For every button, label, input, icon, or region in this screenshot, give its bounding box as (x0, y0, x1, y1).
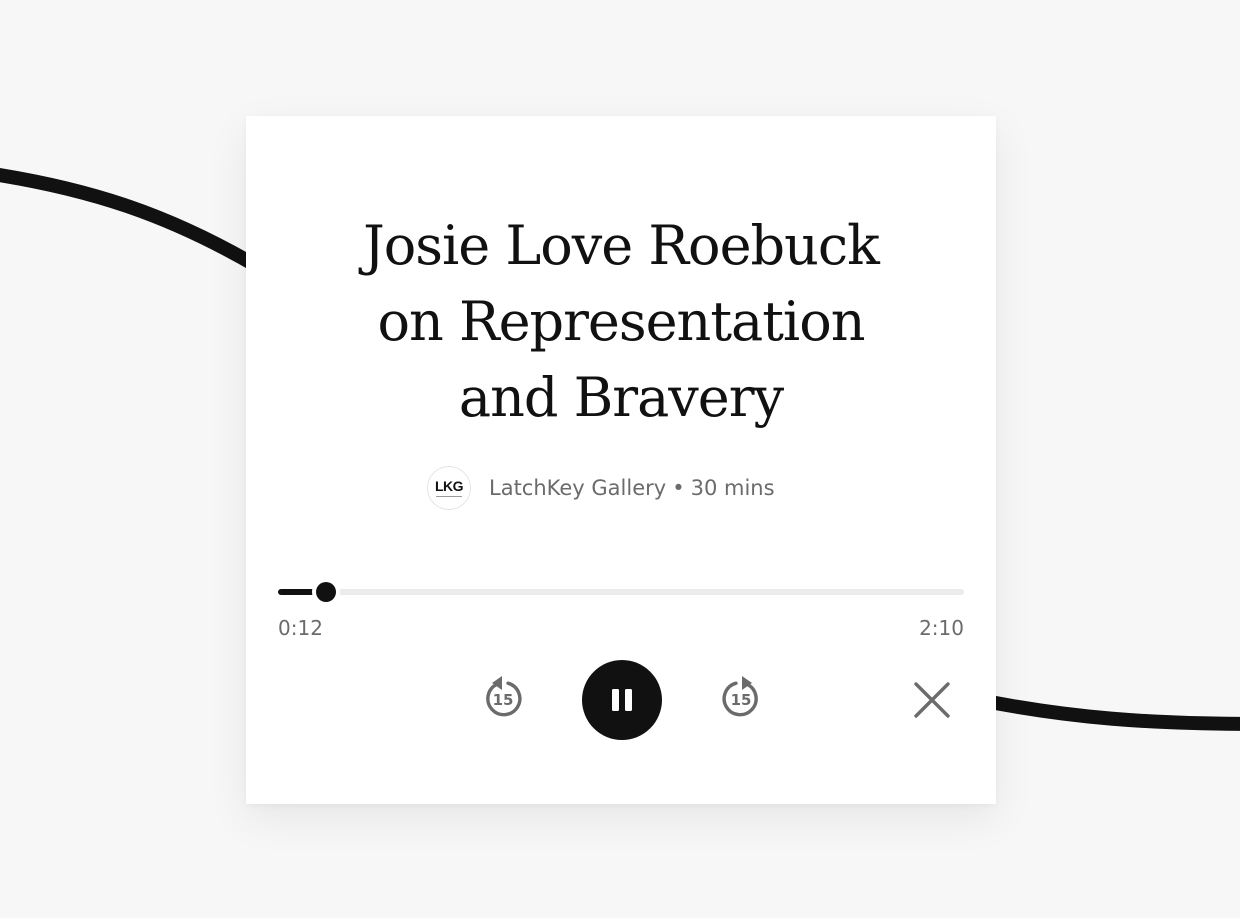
episode-duration: 30 mins (690, 476, 775, 500)
publisher-name: LatchKey Gallery (489, 476, 667, 500)
pause-icon (612, 689, 632, 711)
episode-title: Josie Love Roebuck on Representation and… (246, 208, 996, 436)
episode-title-line: on Representation (377, 290, 865, 353)
pause-button[interactable] (582, 660, 662, 740)
episode-title-line: and Bravery (458, 366, 784, 429)
publisher-avatar: LKG (427, 466, 471, 510)
rewind-15-icon: 15 (486, 676, 522, 717)
close-icon (914, 682, 950, 718)
episode-title-line: Josie Love Roebuck (363, 214, 880, 277)
progress-handle[interactable] (316, 582, 337, 602)
total-time: 2:10 (919, 616, 964, 640)
progress-bar[interactable] (278, 582, 964, 602)
episode-meta: LKG LatchKey Gallery • 30 mins (427, 464, 775, 512)
publisher-logo: LKG (434, 478, 464, 494)
rewind-15-button[interactable]: 15 (478, 674, 526, 722)
publisher-logo-underline (436, 496, 462, 497)
audio-player-card: Josie Love Roebuck on Representation and… (246, 116, 996, 804)
forward-15-button[interactable]: 15 (718, 674, 766, 722)
forward-seconds-label: 15 (731, 691, 752, 709)
meta-separator: • (672, 476, 685, 500)
current-time: 0:12 (278, 616, 323, 640)
rewind-seconds-label: 15 (493, 691, 514, 709)
forward-15-icon: 15 (722, 676, 758, 717)
progress-track[interactable] (278, 589, 964, 595)
close-button[interactable] (910, 678, 954, 722)
